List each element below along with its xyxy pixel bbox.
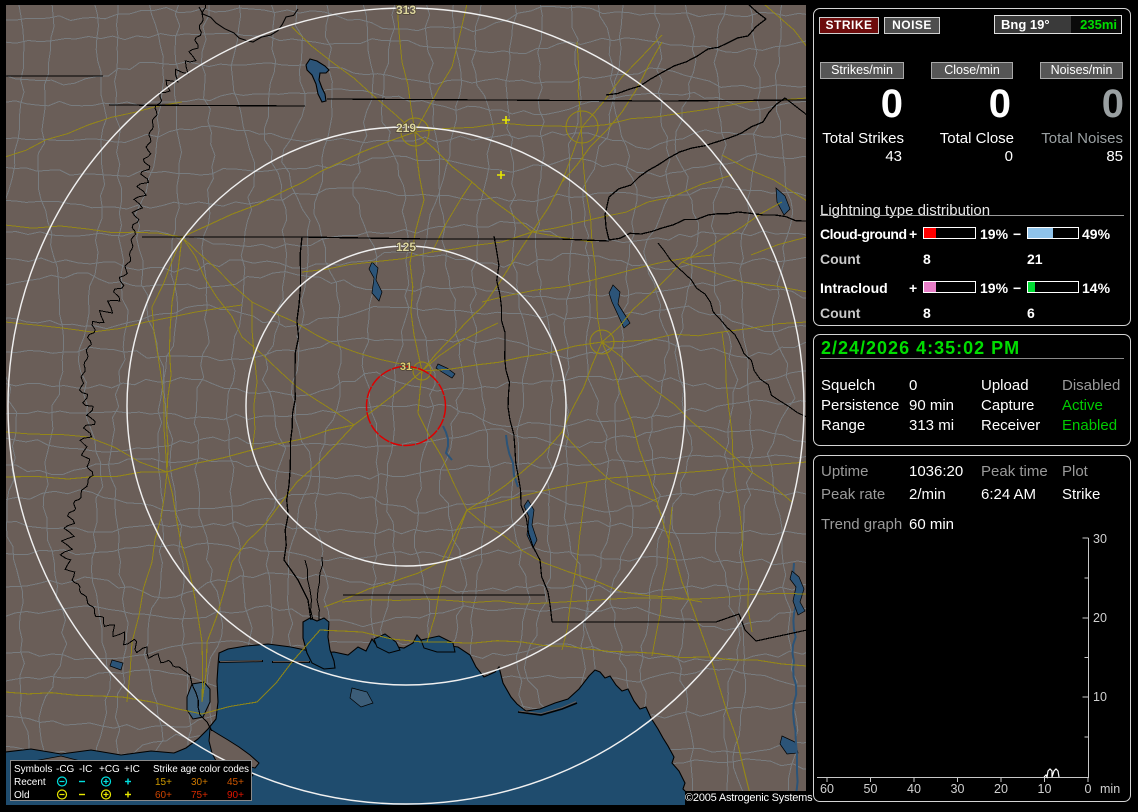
svg-text:Strike age color codes: Strike age color codes (153, 764, 249, 775)
svg-text:75+: 75+ (191, 790, 208, 800)
svg-text:219: 219 (396, 121, 416, 135)
svg-text:30+: 30+ (191, 777, 208, 788)
svg-text:+IC: +IC (124, 764, 140, 775)
svg-text:60+: 60+ (155, 790, 172, 800)
svg-text:+CG: +CG (99, 764, 120, 775)
svg-text:45+: 45+ (227, 777, 244, 788)
svg-text:90+: 90+ (227, 790, 244, 800)
svg-text:Symbols: Symbols (14, 764, 52, 775)
svg-text:125: 125 (396, 240, 416, 254)
svg-text:-IC: -IC (79, 764, 92, 775)
svg-text:Old: Old (14, 790, 30, 800)
svg-text:313: 313 (396, 5, 416, 17)
svg-text:15+: 15+ (155, 777, 172, 788)
svg-text:31: 31 (400, 361, 412, 373)
svg-text:Recent: Recent (14, 777, 46, 788)
svg-text:-CG: -CG (56, 764, 75, 775)
